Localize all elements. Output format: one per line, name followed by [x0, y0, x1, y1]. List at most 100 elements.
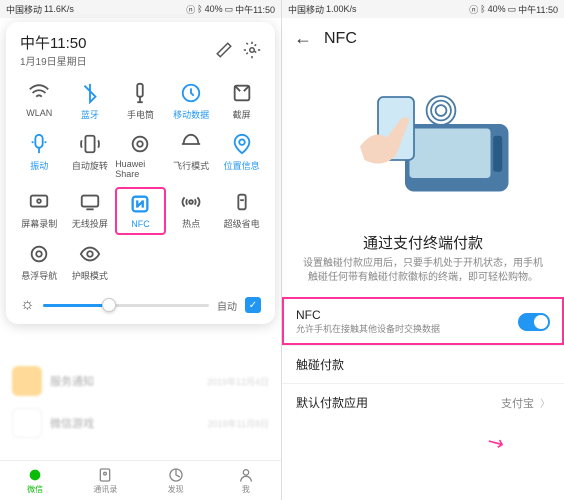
nfc-illustration: [282, 59, 564, 224]
blurred-notification: 微信游戏2019年11月8日: [6, 402, 275, 444]
auto-label: 自动: [217, 298, 237, 313]
nfc-toggle-switch[interactable]: [518, 313, 550, 331]
tile-icon: [79, 82, 101, 104]
tile-icon: [180, 133, 202, 155]
tile-WLAN[interactable]: WLAN: [14, 78, 65, 125]
default-app-value: 支付宝: [501, 395, 534, 411]
tile-振动[interactable]: 振动: [14, 129, 65, 183]
tile-icon: [180, 82, 202, 104]
tile-icon: [129, 133, 151, 155]
carrier: 中国移动: [6, 3, 42, 16]
tile-Huawei Share[interactable]: Huawei Share: [115, 129, 166, 183]
tile-icon: [129, 193, 151, 215]
tile-label: WLAN: [26, 108, 52, 118]
tile-label: 移动数据: [173, 108, 209, 121]
bluetooth-status-icon: ᛒ: [480, 4, 485, 14]
quick-settings-panel: 中午11:50 1月19日星期日 WLAN 蓝牙 手电筒 移动数据截屏振动 自动旋转 Hu…: [6, 22, 275, 324]
panel-time: 中午11:50: [20, 32, 87, 53]
status-bar: 中国移动 11.6K/s ⓝ ᛒ 40% ▭ 中午11:50: [0, 0, 281, 18]
nfc-row-subtitle: 允许手机在接触其他设备时交换数据: [296, 322, 440, 335]
bottom-nav: 微信 通讯录 发现 我: [0, 460, 281, 500]
tile-icon: [231, 82, 253, 104]
tile-icon: [231, 133, 253, 155]
nfc-status-icon: ⓝ: [469, 3, 478, 16]
clock-text: 中午11:50: [235, 3, 275, 16]
tile-屏幕录制[interactable]: 屏幕录制: [14, 187, 65, 235]
nfc-toggle-row[interactable]: NFC 允许手机在接触其他设备时交换数据: [282, 297, 564, 345]
brightness-row: ☼ 自动 ✓: [14, 296, 267, 314]
tile-飞行模式[interactable]: 飞行模式: [166, 129, 217, 183]
background-notifications: 服务通知2019年12月4日微信游戏2019年11月8日: [6, 360, 275, 460]
tile-超级省电[interactable]: 超级省电: [216, 187, 267, 235]
tile-icon: [180, 191, 202, 213]
page-title: NFC: [324, 30, 357, 48]
nav-item-发现[interactable]: 发现: [141, 461, 211, 500]
brightness-slider[interactable]: [43, 304, 209, 307]
section-description: 设置触碰付款应用后，只要手机处于开机状态，用手机触碰任何带有触碰付款徽标的终端，…: [282, 257, 564, 297]
nfc-row-title: NFC: [296, 308, 440, 322]
nav-label: 微信: [27, 484, 43, 495]
tile-icon: [28, 191, 50, 213]
right-phone-nfc-settings: 中国移动 1.00K/s ⓝ ᛒ 40% ▭ 中午11:50 ← NFC 通过支…: [282, 0, 564, 500]
auto-brightness-checkbox[interactable]: ✓: [245, 297, 261, 313]
tile-label: Huawei Share: [115, 159, 166, 179]
clock-text: 中午11:50: [518, 3, 558, 16]
network-speed: 1.00K/s: [326, 4, 357, 14]
tile-icon: [28, 243, 50, 265]
tile-icon: [129, 82, 151, 104]
nav-icon: [27, 467, 43, 483]
nav-item-微信[interactable]: 微信: [0, 461, 70, 500]
tile-label: 自动旋转: [72, 159, 108, 172]
battery-text: 40%: [205, 4, 223, 14]
tile-label: 位置信息: [224, 159, 260, 172]
tile-悬浮导航[interactable]: 悬浮导航: [14, 239, 65, 286]
tile-icon: [79, 243, 101, 265]
left-phone-quick-settings: 中国移动 11.6K/s ⓝ ᛒ 40% ▭ 中午11:50 中午11:50 1…: [0, 0, 282, 500]
tile-自动旋转[interactable]: 自动旋转: [65, 129, 116, 183]
status-bar: 中国移动 1.00K/s ⓝ ᛒ 40% ▭ 中午11:50: [282, 0, 564, 18]
carrier: 中国移动: [288, 3, 324, 16]
nav-label: 发现: [168, 484, 184, 495]
tile-位置信息[interactable]: 位置信息: [216, 129, 267, 183]
nav-item-我[interactable]: 我: [211, 461, 281, 500]
network-speed: 11.6K/s: [44, 4, 74, 14]
brightness-icon: ☼: [20, 296, 35, 314]
panel-date: 1月19日星期日: [20, 53, 87, 68]
tile-icon: [28, 82, 50, 104]
default-app-row[interactable]: 默认付款应用 支付宝 〉: [282, 383, 564, 421]
tile-label: 飞行模式: [173, 159, 209, 172]
tile-无线投屏[interactable]: 无线投屏: [65, 187, 116, 235]
tile-label: 振动: [30, 159, 48, 172]
tile-NFC[interactable]: NFC: [115, 187, 166, 235]
chevron-right-icon: 〉: [540, 395, 550, 410]
battery-icon: ▭: [225, 4, 234, 15]
tile-icon: [28, 133, 50, 155]
tile-label: 无线投屏: [72, 217, 108, 230]
nav-icon: [238, 467, 254, 483]
back-arrow-icon[interactable]: ←: [294, 28, 312, 49]
nav-label: 通讯录: [93, 484, 117, 495]
tile-手电筒[interactable]: 手电筒: [115, 78, 166, 125]
nav-icon: [168, 467, 184, 483]
tile-label: 蓝牙: [81, 108, 99, 121]
default-app-title: 默认付款应用: [296, 394, 368, 411]
tile-label: 手电筒: [127, 108, 154, 121]
nav-item-通讯录[interactable]: 通讯录: [70, 461, 140, 500]
tile-icon: [231, 191, 253, 213]
tile-icon: [79, 191, 101, 213]
battery-icon: ▭: [508, 4, 517, 15]
tile-截屏[interactable]: 截屏: [216, 78, 267, 125]
tile-移动数据[interactable]: 移动数据: [166, 78, 217, 125]
tile-蓝牙[interactable]: 蓝牙: [65, 78, 116, 125]
nav-icon: [97, 467, 113, 483]
settings-header: ← NFC: [282, 18, 564, 59]
tile-icon: [79, 133, 101, 155]
tile-热点[interactable]: 热点: [166, 187, 217, 235]
tile-护眼模式[interactable]: 护眼模式: [65, 239, 116, 286]
section-title: 通过支付终端付款: [282, 224, 564, 257]
gear-icon[interactable]: [243, 41, 261, 59]
tap-pay-row[interactable]: 触碰付款: [282, 345, 564, 383]
edit-icon[interactable]: [215, 41, 233, 59]
bluetooth-status-icon: ᛒ: [197, 4, 202, 14]
tile-label: 护眼模式: [72, 269, 108, 282]
